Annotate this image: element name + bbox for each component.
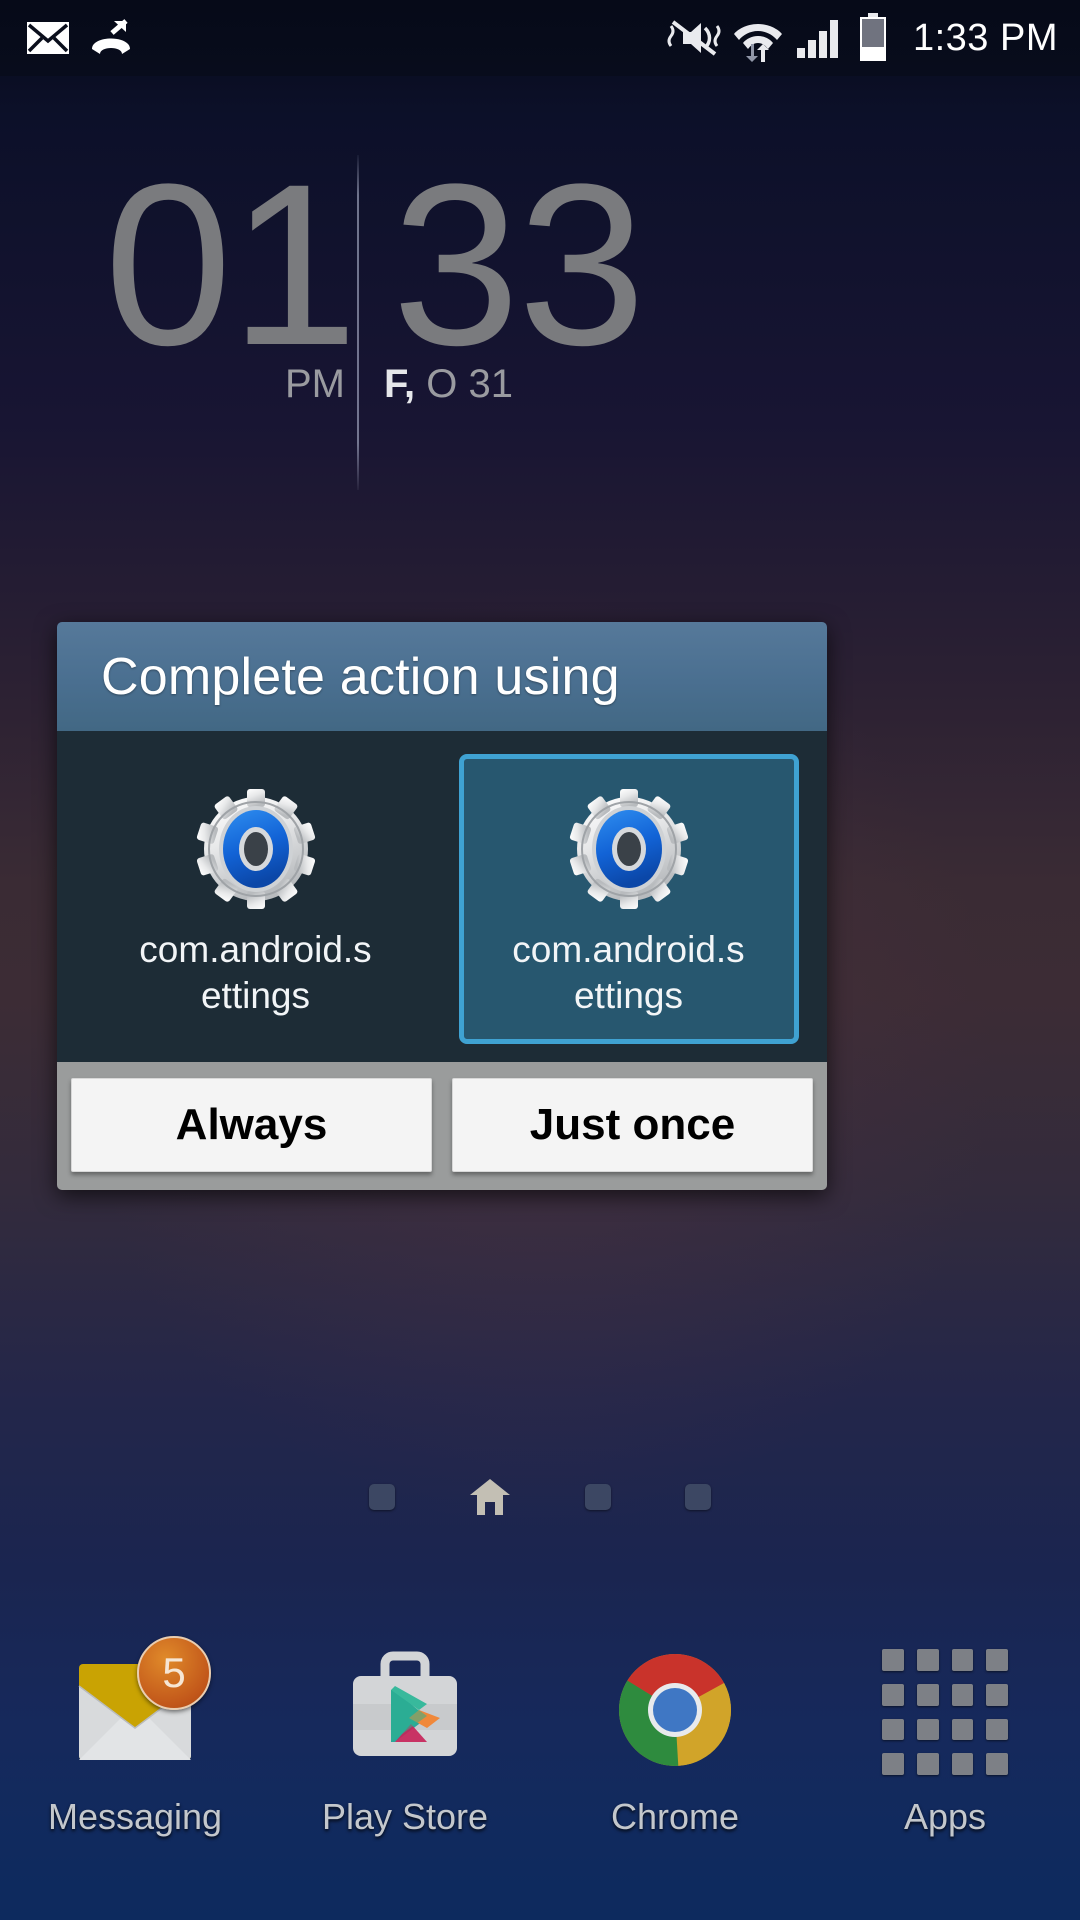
clock-divider — [357, 155, 359, 490]
dialog-app-list: com.android.settings com.android.setting… — [57, 734, 827, 1062]
status-bar-left-icons — [0, 19, 134, 57]
apps-grid-cell — [882, 1683, 904, 1706]
home-page-icon[interactable] — [469, 1478, 511, 1516]
clock-widget[interactable]: 01 33 PM F, O 31 — [0, 150, 1080, 510]
apps-grid-cell — [986, 1718, 1008, 1741]
dock-item-play-store[interactable]: Play Store — [270, 1620, 540, 1920]
play-store-icon — [337, 1642, 473, 1778]
page-dot-4[interactable] — [685, 1484, 711, 1510]
apps-grid-cell — [916, 1753, 939, 1775]
clock-date: F, O 31 — [384, 362, 513, 407]
dock-item-apps[interactable]: Apps — [810, 1620, 1080, 1920]
apps-grid-cell — [986, 1753, 1008, 1775]
just-once-button[interactable]: Just once — [452, 1078, 813, 1172]
apps-grid-cell — [951, 1753, 974, 1775]
dock-label-play-store: Play Store — [321, 1796, 489, 1837]
dock: 5 Messaging Play Store Chrome Apps — [0, 1620, 1080, 1920]
settings-gear-icon — [192, 785, 320, 913]
always-button[interactable]: Always — [71, 1078, 432, 1172]
status-bar[interactable]: 1:33 PM — [0, 0, 1080, 76]
clock-day-of-week: F, — [384, 362, 416, 406]
apps-grid-cell — [916, 1683, 939, 1706]
status-bar-right-icons: 1:33 PM — [667, 13, 1080, 63]
apps-grid-cell — [986, 1649, 1008, 1671]
apps-grid-icon — [877, 1642, 1013, 1778]
apps-grid-cell — [951, 1649, 974, 1671]
battery-icon — [857, 13, 889, 63]
apps-grid-cell — [951, 1683, 974, 1706]
app-choice-settings-1[interactable]: com.android.settings — [86, 754, 426, 1044]
apps-grid-cell — [951, 1718, 974, 1741]
apps-grid-cell — [882, 1718, 904, 1741]
dock-item-messaging[interactable]: 5 Messaging — [0, 1620, 270, 1920]
app-choice-label: com.android.settings — [139, 929, 372, 1016]
chrome-icon — [607, 1642, 743, 1778]
dock-label-apps: Apps — [903, 1796, 987, 1837]
android-home-screen: 1:33 PM 01 33 PM F, O 31 Complete action… — [0, 0, 1080, 1920]
page-dot-1[interactable] — [369, 1484, 395, 1510]
new-message-envelope-icon — [26, 21, 70, 55]
apps-grid-cell — [882, 1753, 904, 1775]
settings-gear-icon — [565, 785, 693, 913]
page-dot-3[interactable] — [585, 1484, 611, 1510]
vibrate-mute-icon — [667, 16, 721, 60]
clock-date-value: O 31 — [426, 362, 513, 406]
apps-grid-cell — [986, 1683, 1008, 1706]
dock-item-chrome[interactable]: Chrome — [540, 1620, 810, 1920]
app-choice-settings-2[interactable]: com.android.settings — [458, 754, 799, 1044]
dock-label-messaging: Messaging — [47, 1796, 223, 1837]
missed-call-icon — [88, 19, 134, 57]
dialog-header: Complete action using — [57, 622, 827, 734]
clock-minute: 33 — [392, 136, 646, 393]
apps-grid-cell — [916, 1718, 939, 1741]
status-bar-clock: 1:33 PM — [912, 16, 1058, 59]
dock-label-chrome: Chrome — [610, 1796, 740, 1837]
apps-grid-cell — [882, 1649, 904, 1671]
wifi-data-transfer-icon — [733, 14, 783, 62]
clock-ampm: PM — [285, 362, 345, 406]
dialog-button-bar: Always Just once — [57, 1062, 827, 1190]
clock-hour: 01 — [104, 136, 358, 393]
messaging-badge-count: 5 — [137, 1636, 211, 1710]
app-choice-label: com.android.settings — [512, 929, 745, 1016]
complete-action-dialog: Complete action using com.android.settin… — [57, 622, 827, 1190]
cellular-signal-icon — [795, 16, 845, 60]
messaging-envelope-icon: 5 — [67, 1636, 211, 1778]
dialog-title: Complete action using — [101, 647, 620, 706]
page-indicator — [0, 1478, 1080, 1516]
apps-grid-cell — [916, 1649, 939, 1671]
